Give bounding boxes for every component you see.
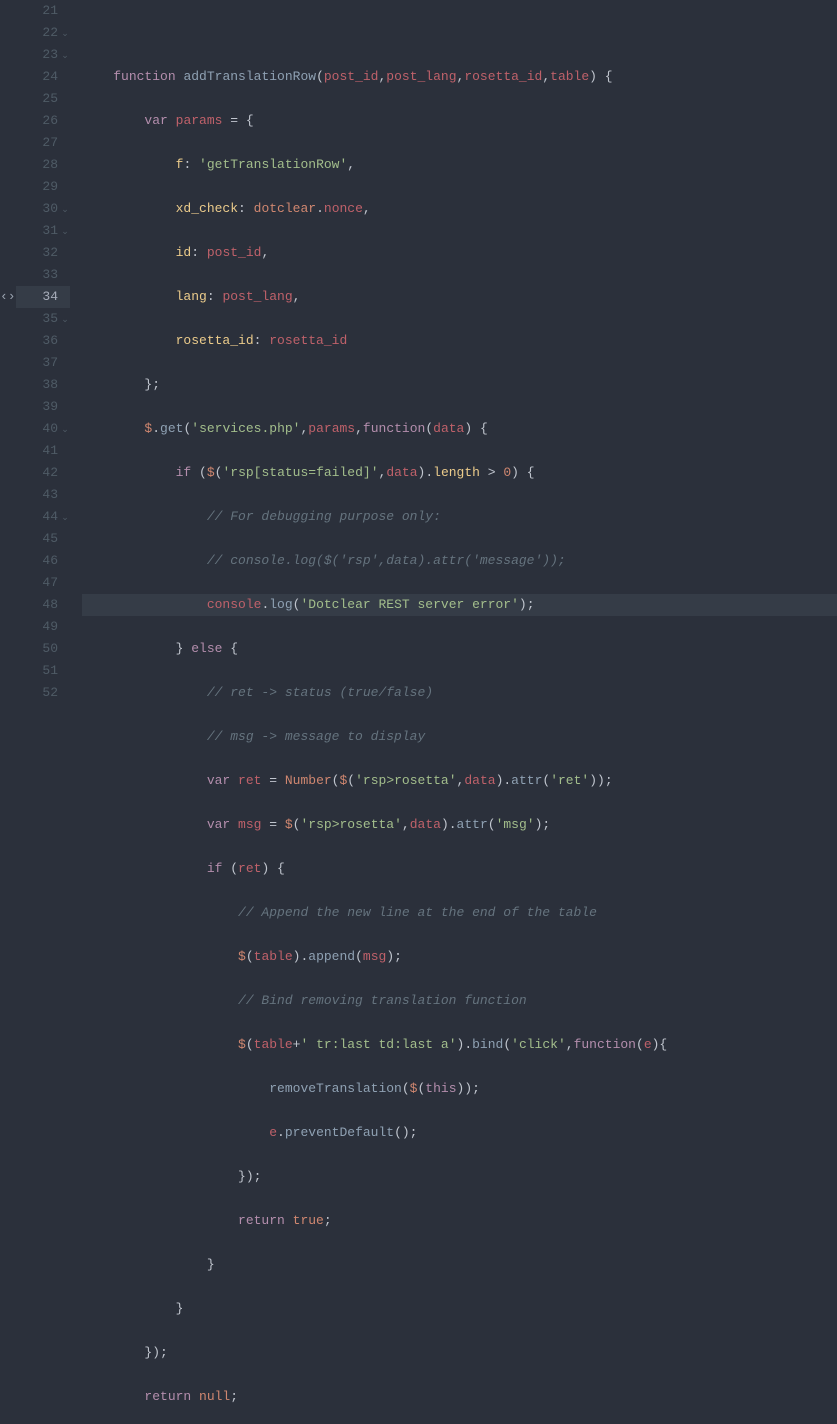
code-line[interactable]: // Append the new line at the end of the…	[82, 902, 837, 924]
code-line[interactable]: removeTranslation($(this));	[82, 1078, 837, 1100]
line-number[interactable]: 26	[42, 113, 58, 128]
line-number[interactable]: 52	[42, 685, 58, 700]
line-number[interactable]: 27	[42, 135, 58, 150]
code-line[interactable]: };	[82, 374, 837, 396]
fold-icon[interactable]: ⌄	[60, 199, 70, 221]
code-line[interactable]: xd_check: dotclear.nonce,	[82, 198, 837, 220]
code-line[interactable]: // Bind removing translation function	[82, 990, 837, 1012]
code-line[interactable]: console.log('Dotclear REST server error'…	[82, 594, 837, 616]
code-line[interactable]: function addTranslationRow(post_id,post_…	[82, 66, 837, 88]
fold-icon[interactable]: ⌄	[60, 419, 70, 441]
line-number[interactable]: 45	[42, 531, 58, 546]
code-line[interactable]: if ($('rsp[status=failed]',data).length …	[82, 462, 837, 484]
code-line[interactable]: return true;	[82, 1210, 837, 1232]
code-line[interactable]: });	[82, 1166, 837, 1188]
code-editor[interactable]: ‹› 21 22⌄ 23⌄ 24 25 26 27 28 29 30⌄ 31⌄ …	[0, 0, 837, 712]
line-number[interactable]: 36	[42, 333, 58, 348]
line-number[interactable]: 25	[42, 91, 58, 106]
line-number[interactable]: 38	[42, 377, 58, 392]
line-number[interactable]: 50	[42, 641, 58, 656]
line-number[interactable]: 40	[42, 421, 58, 436]
line-number[interactable]: 22	[42, 25, 58, 40]
code-line[interactable]: e.preventDefault();	[82, 1122, 837, 1144]
line-number[interactable]: 23	[42, 47, 58, 62]
code-line[interactable]: // ret -> status (true/false)	[82, 682, 837, 704]
line-number[interactable]: 37	[42, 355, 58, 370]
code-line[interactable]: if (ret) {	[82, 858, 837, 880]
fold-icon[interactable]: ⌄	[60, 507, 70, 529]
code-line[interactable]: $(table).append(msg);	[82, 946, 837, 968]
code-line[interactable]: var params = {	[82, 110, 837, 132]
fold-icon[interactable]: ⌄	[60, 309, 70, 331]
code-line[interactable]: // For debugging purpose only:	[82, 506, 837, 528]
fold-icon[interactable]: ⌄	[60, 23, 70, 45]
code-line[interactable]: }	[82, 1254, 837, 1276]
code-line[interactable]	[82, 22, 837, 44]
code-line[interactable]: }	[82, 1298, 837, 1320]
diff-gutter: ‹›	[0, 0, 16, 712]
line-number[interactable]: 41	[42, 443, 58, 458]
code-line[interactable]: } else {	[82, 638, 837, 660]
line-number[interactable]: 29	[42, 179, 58, 194]
code-line[interactable]: return null;	[82, 1386, 837, 1408]
line-number[interactable]: 46	[42, 553, 58, 568]
line-number[interactable]: 39	[42, 399, 58, 414]
line-number[interactable]: 33	[42, 267, 58, 282]
code-line[interactable]: id: post_id,	[82, 242, 837, 264]
fold-icon[interactable]: ⌄	[60, 221, 70, 243]
line-number[interactable]: 31	[42, 223, 58, 238]
line-number[interactable]: 30	[42, 201, 58, 216]
fold-icon[interactable]: ⌄	[60, 45, 70, 67]
line-number[interactable]: 34	[42, 289, 58, 304]
line-number[interactable]: 21	[42, 3, 58, 18]
code-line[interactable]: // msg -> message to display	[82, 726, 837, 748]
code-line[interactable]: var ret = Number($('rsp>rosetta',data).a…	[82, 770, 837, 792]
line-number[interactable]: 42	[42, 465, 58, 480]
code-line[interactable]: lang: post_lang,	[82, 286, 837, 308]
line-number[interactable]: 49	[42, 619, 58, 634]
line-number[interactable]: 32	[42, 245, 58, 260]
code-line[interactable]: // console.log($('rsp',data).attr('messa…	[82, 550, 837, 572]
line-number-gutter[interactable]: 21 22⌄ 23⌄ 24 25 26 27 28 29 30⌄ 31⌄ 32 …	[16, 0, 78, 712]
line-number[interactable]: 35	[42, 311, 58, 326]
line-number[interactable]: 51	[42, 663, 58, 678]
code-line[interactable]: });	[82, 1342, 837, 1364]
code-line[interactable]: $.get('services.php',params,function(dat…	[82, 418, 837, 440]
code-line[interactable]: rosetta_id: rosetta_id	[82, 330, 837, 352]
code-line[interactable]: f: 'getTranslationRow',	[82, 154, 837, 176]
line-number[interactable]: 48	[42, 597, 58, 612]
code-line[interactable]: var msg = $('rsp>rosetta',data).attr('ms…	[82, 814, 837, 836]
diff-change-icon: ‹›	[0, 286, 16, 308]
line-number[interactable]: 28	[42, 157, 58, 172]
code-line[interactable]: $(table+' tr:last td:last a').bind('clic…	[82, 1034, 837, 1056]
line-number[interactable]: 24	[42, 69, 58, 84]
line-number[interactable]: 47	[42, 575, 58, 590]
line-number[interactable]: 44	[42, 509, 58, 524]
line-number[interactable]: 43	[42, 487, 58, 502]
code-area[interactable]: function addTranslationRow(post_id,post_…	[78, 0, 837, 712]
